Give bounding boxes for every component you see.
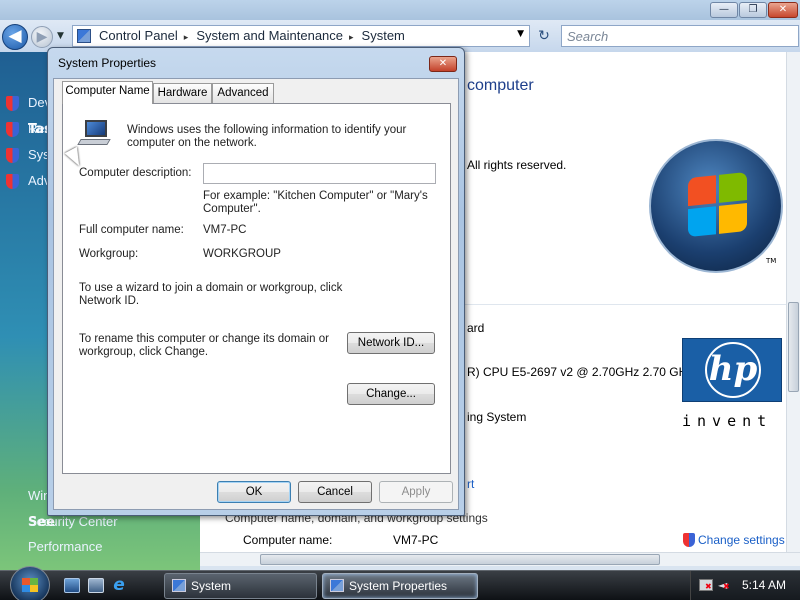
breadcrumb-separator-icon[interactable]: ▸	[184, 32, 189, 42]
tab-computer-name[interactable]: Computer Name	[62, 81, 153, 104]
windows-flag-icon	[688, 171, 748, 238]
taskbar-item-system[interactable]: System	[164, 573, 317, 599]
close-button[interactable]: ✕	[768, 2, 798, 18]
computer-description-label: Computer description:	[79, 167, 192, 179]
trademark-mark: TM	[766, 257, 777, 265]
system-properties-window-icon	[330, 579, 344, 592]
system-rating-text: ard	[467, 321, 485, 335]
computer-name-tab-panel: Windows uses the following information t…	[62, 103, 451, 474]
shield-icon	[6, 96, 19, 111]
start-button[interactable]	[10, 566, 50, 600]
change-button[interactable]: Change...	[347, 383, 435, 405]
switch-windows-icon[interactable]	[88, 578, 104, 593]
notification-area: ◄ 5:14 AM	[690, 571, 800, 600]
monitor-icon	[85, 120, 107, 137]
computer-icon	[77, 120, 111, 150]
computer-name-label: Computer name:	[243, 533, 333, 547]
clock[interactable]: 5:14 AM	[742, 578, 786, 592]
computer-description-input[interactable]	[203, 163, 436, 184]
dialog-close-button[interactable]: ✕	[429, 56, 457, 72]
recent-pages-dropdown-icon[interactable]: ▼	[57, 31, 64, 41]
hp-logo-mark: hp	[705, 342, 761, 398]
change-instructions: To rename this computer or change its do…	[79, 333, 329, 358]
internet-explorer-icon[interactable]: e	[111, 577, 127, 594]
dialog-title: System Properties	[58, 56, 157, 70]
refresh-button[interactable]: ↻	[533, 26, 555, 46]
address-dropdown-icon[interactable]: ▼	[517, 29, 524, 39]
search-placeholder: Search	[567, 29, 609, 44]
computer-name-value: VM7-PC	[393, 533, 439, 547]
system-window-icon	[172, 579, 186, 592]
see-also-security-center[interactable]: Security Center	[28, 514, 118, 529]
show-desktop-icon[interactable]	[64, 578, 80, 593]
task-link-remote-settings[interactable]: Rer	[28, 121, 49, 136]
hp-invent-tagline: invent	[682, 412, 773, 430]
support-link[interactable]: rt	[467, 477, 474, 491]
breadcrumb-system[interactable]: System	[362, 28, 405, 43]
window-titlebar[interactable]: — ❐ ✕	[0, 0, 800, 20]
network-disconnected-icon[interactable]	[699, 579, 713, 591]
network-id-instructions: To use a wizard to join a domain or work…	[79, 282, 343, 307]
workgroup-value: WORKGROUP	[203, 248, 281, 260]
full-computer-name-value: VM7-PC	[203, 224, 247, 236]
system-properties-dialog: System Properties ✕ Computer Name Hardwa…	[47, 47, 465, 516]
divider	[465, 304, 786, 305]
flag-quadrant-blue	[688, 206, 716, 238]
see-also-performance[interactable]: Performance	[28, 539, 102, 554]
forward-button[interactable]: ▶	[31, 26, 53, 48]
cancel-button[interactable]: Cancel	[298, 481, 372, 503]
horizontal-scrollbar[interactable]	[200, 552, 800, 566]
vertical-scrollbar[interactable]	[786, 52, 800, 552]
ok-button[interactable]: OK	[217, 481, 291, 503]
flag-quadrant-red	[688, 175, 716, 207]
volume-muted-icon[interactable]: ◄	[718, 578, 730, 592]
taskbar: e System System Properties ◄ 5:14 AM	[0, 566, 800, 600]
apply-button[interactable]: Apply	[379, 481, 453, 503]
tab-hardware[interactable]: Hardware	[153, 83, 212, 103]
windows-flag-icon	[22, 578, 38, 592]
breadcrumb-control-panel[interactable]: Control Panel	[99, 28, 178, 43]
taskbar-item-label: System Properties	[349, 579, 448, 593]
breadcrumb-system-and-maintenance[interactable]: System and Maintenance	[196, 28, 343, 43]
vertical-scrollbar-thumb[interactable]	[788, 302, 799, 392]
taskbar-item-label: System	[191, 579, 232, 593]
flag-quadrant-yellow	[719, 202, 747, 234]
intro-text: Windows uses the following information t…	[127, 124, 407, 149]
horizontal-scrollbar-thumb[interactable]	[260, 554, 660, 565]
maximize-button[interactable]: ❐	[739, 2, 767, 18]
processor-value: R) CPU E5-2697 v2 @ 2.70GHz 2.70 GHz	[467, 365, 694, 379]
breadcrumb: Control Panel ▸ System and Maintenance ▸ Sys…	[99, 26, 405, 46]
keyboard-icon	[77, 139, 111, 145]
copyright-text: All rights reserved.	[467, 158, 567, 172]
shield-icon	[6, 148, 19, 163]
flag-quadrant-green	[719, 171, 747, 203]
hp-logo-icon: hp	[682, 338, 782, 402]
full-computer-name-label: Full computer name:	[79, 224, 184, 236]
taskbar-item-system-properties[interactable]: System Properties	[322, 573, 478, 599]
control-panel-icon	[77, 29, 91, 43]
change-settings-link[interactable]: Change settings	[698, 533, 785, 547]
network-id-button[interactable]: Network ID...	[347, 332, 435, 354]
shield-icon	[6, 122, 19, 137]
back-button[interactable]: ◀	[2, 24, 28, 50]
tab-advanced[interactable]: Advanced	[212, 83, 274, 103]
address-bar[interactable]: Control Panel ▸ System and Maintenance ▸ Sys…	[72, 25, 530, 47]
example-text: For example: "Kitchen Computer" or "Mary…	[203, 190, 428, 215]
workgroup-label: Workgroup:	[79, 248, 139, 260]
windows-logo-icon	[649, 139, 783, 273]
system-type-value: ing System	[467, 410, 527, 424]
search-input[interactable]: Search	[561, 25, 799, 47]
shield-icon	[6, 174, 19, 189]
breadcrumb-separator-icon[interactable]: ▸	[349, 32, 354, 42]
dialog-body: Computer Name Hardware Advanced Windows …	[53, 78, 459, 510]
minimize-button[interactable]: —	[710, 2, 738, 18]
page-title: computer	[467, 77, 534, 94]
shield-icon	[683, 533, 695, 547]
